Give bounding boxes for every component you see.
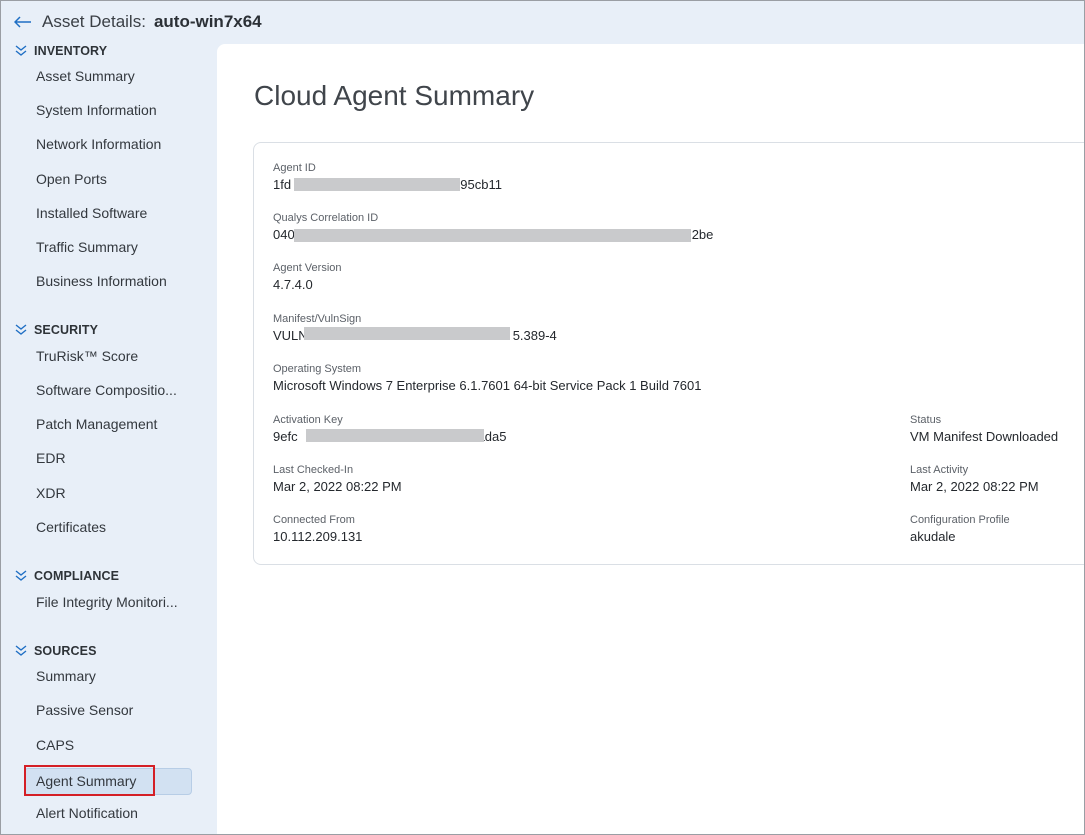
redaction-bar — [304, 327, 510, 340]
redaction-bar — [306, 429, 484, 442]
section-security[interactable]: SECURITY — [14, 323, 98, 337]
sidebar-item-patch-management[interactable]: Patch Management — [36, 416, 186, 432]
field-label: Operating System — [273, 363, 362, 375]
sidebar-item-network-information[interactable]: Network Information — [36, 136, 186, 152]
field-operating-system: Operating System Microsoft Windows 7 Ent… — [273, 363, 702, 393]
field-configuration-profile: Configuration Profile akudale — [910, 514, 1010, 544]
sidebar-item-asset-summary[interactable]: Asset Summary — [36, 68, 186, 84]
redaction-bar — [294, 229, 691, 242]
field-value: VM Manifest Downloaded — [910, 429, 1059, 444]
field-value: Mar 2, 2022 08:22 PM — [910, 479, 1039, 494]
sidebar-item-installed-software[interactable]: Installed Software — [36, 205, 186, 221]
section-sources[interactable]: SOURCES — [14, 644, 97, 658]
field-last-checked-in: Last Checked-In Mar 2, 2022 08:22 PM — [273, 464, 402, 494]
main-panel: Cloud Agent Summary Agent ID 1fd 795cb11 … — [217, 44, 1085, 835]
sidebar-item-business-information[interactable]: Business Information — [36, 273, 186, 289]
chevron-down-icon — [14, 45, 28, 57]
field-last-activity: Last Activity Mar 2, 2022 08:22 PM — [910, 464, 1039, 494]
section-title: COMPLIANCE — [34, 569, 120, 583]
field-label: Manifest/VulnSign — [273, 313, 362, 325]
asset-name: auto-win7x64 — [153, 12, 262, 31]
section-title: INVENTORY — [34, 44, 108, 58]
back-arrow-icon[interactable] — [14, 14, 34, 30]
sidebar-item-agent-summary[interactable]: Agent Summary — [24, 768, 192, 795]
field-value: 10.112.209.131 — [273, 529, 363, 544]
chevron-down-icon — [14, 324, 28, 336]
sidebar-item-edr[interactable]: EDR — [36, 450, 186, 466]
sidebar-item-file-integrity-monitoring[interactable]: File Integrity Monitori... — [36, 594, 186, 610]
field-label: Configuration Profile — [910, 514, 1010, 526]
field-connected-from: Connected From 10.112.209.131 — [273, 514, 362, 544]
sidebar: INVENTORY Asset Summary System Informati… — [0, 44, 217, 835]
section-compliance[interactable]: COMPLIANCE — [14, 569, 119, 583]
field-label: Connected From — [273, 514, 355, 526]
sidebar-item-system-information[interactable]: System Information — [36, 102, 186, 118]
chevron-down-icon — [14, 645, 28, 657]
sidebar-item-summary[interactable]: Summary — [36, 668, 186, 684]
field-value: 4.7.4.0 — [273, 277, 313, 292]
sidebar-item-traffic-summary[interactable]: Traffic Summary — [36, 239, 186, 255]
page-header: Asset Details: auto-win7x64 — [0, 0, 1085, 44]
sidebar-item-software-composition[interactable]: Software Compositio... — [36, 382, 186, 398]
field-status: Status VM Manifest Downloaded — [910, 414, 1058, 444]
field-label: Last Activity — [910, 464, 969, 476]
section-title: SECURITY — [34, 323, 99, 337]
field-label: Agent Version — [273, 262, 342, 274]
sidebar-item-passive-sensor[interactable]: Passive Sensor — [36, 702, 186, 718]
sidebar-item-alert-notification[interactable]: Alert Notification — [36, 805, 186, 821]
field-label: Last Checked-In — [273, 464, 354, 476]
header-label: Asset Details: — [42, 12, 146, 31]
page-title: Cloud Agent Summary — [254, 80, 535, 111]
section-title: SOURCES — [34, 644, 97, 658]
field-label: Activation Key — [273, 414, 343, 426]
sidebar-item-caps[interactable]: CAPS — [36, 737, 186, 753]
field-value: akudale — [910, 529, 956, 544]
redaction-bar — [294, 178, 460, 191]
sidebar-item-trurisk-score[interactable]: TruRisk™ Score — [36, 348, 186, 364]
section-inventory[interactable]: INVENTORY — [14, 44, 107, 58]
field-agent-version: Agent Version 4.7.4.0 — [273, 262, 342, 292]
sidebar-item-certificates[interactable]: Certificates — [36, 519, 186, 535]
field-label: Status — [910, 414, 942, 426]
field-label: Agent ID — [273, 162, 316, 174]
agent-summary-card: Agent ID 1fd 795cb11 Qualys Correlation I… — [253, 142, 1085, 565]
sidebar-item-xdr[interactable]: XDR — [36, 485, 186, 501]
field-value: Mar 2, 2022 08:22 PM — [273, 479, 402, 494]
chevron-down-icon — [14, 570, 28, 582]
sidebar-item-open-ports[interactable]: Open Ports — [36, 171, 186, 187]
field-value: Microsoft Windows 7 Enterprise 6.1.7601 … — [273, 378, 702, 393]
field-label: Qualys Correlation ID — [273, 212, 379, 224]
